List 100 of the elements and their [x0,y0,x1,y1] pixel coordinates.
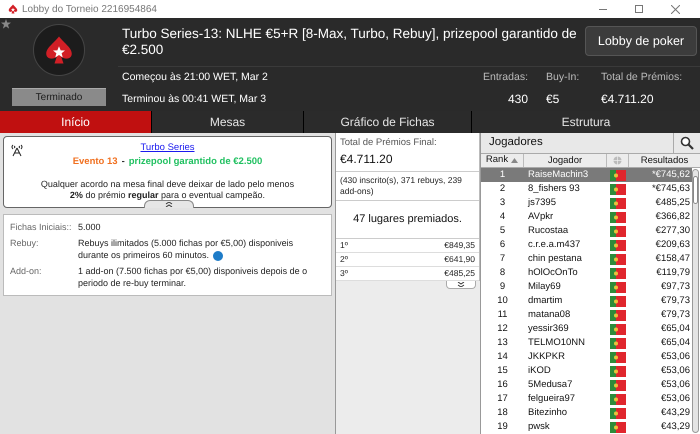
prize-amount: €485,25 [444,266,475,280]
minimize-icon[interactable] [599,8,607,10]
result-cell-text: €366,82 [654,210,691,224]
flag-icon [610,380,626,390]
result-cell-text: €65,04 [660,322,691,336]
player-row[interactable]: 15 iKOD €53,06 [481,364,692,378]
rank-cell-text: 7 [498,252,506,266]
collapse-button[interactable] [144,200,194,208]
player-name: pwsk [527,420,551,434]
tab[interactable]: Estrutura [472,111,700,133]
flag-icon [610,212,626,222]
player-name: c.r.e.a.m437 [527,238,582,252]
player-row[interactable]: 14 JKKPKR €53,06 [481,350,692,364]
player-row[interactable]: 17 felgueira97 €53,06 [481,392,692,406]
app-icon [8,4,18,14]
rank-cell-text: 19 [496,420,509,434]
player-name: Rucostaa [527,224,570,238]
lobby-button[interactable]: Lobby de poker [585,26,697,56]
column-header[interactable]: Jogador [524,154,607,167]
flag-icon [610,310,626,320]
rank-cell-text: 1 [498,168,506,182]
flag-icon [610,226,626,236]
search-icon [680,136,694,150]
flag-icon [610,254,626,264]
scroll-thumb[interactable] [693,176,698,204]
prize-amount: €641,90 [444,252,475,266]
broadcast-icon [10,143,24,157]
player-row[interactable]: 2 8_fishers 93 *€745,63 [481,182,692,196]
player-name: chin pestana [527,252,583,266]
player-name: JKKPKR [527,350,566,364]
sort-up-icon [511,158,518,163]
result-cell-text: €65,04 [660,336,691,350]
prize-amount: €849,35 [444,238,475,252]
flag-icon [610,408,626,418]
rank-cell-text: 10 [496,294,509,308]
flag-icon [610,268,626,278]
player-row[interactable]: 18 Bitezinho €43,29 [481,406,692,420]
info-icon[interactable] [213,250,224,261]
player-row[interactable]: 16 5Medusa7 €53,06 [481,378,692,392]
result-cell-text: €79,73 [660,308,691,322]
flag-icon [610,240,626,250]
result-cell-text: *€745,63 [650,182,691,196]
prize-place: 2º [340,252,348,266]
close-icon[interactable] [671,4,680,14]
tab[interactable]: Gráfico de Fichas [304,111,471,133]
result-cell-text: €209,63 [654,238,691,252]
player-name: TELMO10NN [527,336,586,350]
player-row[interactable]: 11 matana08 €79,73 [481,308,692,322]
player-row[interactable]: 5 Rucostaa €277,30 [481,224,692,238]
column-header[interactable]: Resultados [629,154,700,167]
chevron-up-icon [165,202,173,207]
rank-cell-text: 16 [496,378,509,392]
rank-cell-text: 13 [496,336,509,350]
flag-icon [610,198,626,208]
flag-icon [610,366,626,376]
rank-cell-text: 17 [496,392,509,406]
rank-cell-text: 2 [498,182,506,196]
rank-cell-text: 9 [498,280,506,294]
player-name: Bitezinho [527,406,568,420]
player-row[interactable]: 9 Milay69 €97,73 [481,280,692,294]
player-row[interactable]: 10 dmartim €79,73 [481,294,692,308]
result-cell-text: €277,30 [654,224,691,238]
player-name: AVpkr [527,210,554,224]
guarantee-text: prizepool garantido de €2.500 [128,155,262,170]
result-cell-text: *€745,62 [650,168,691,182]
rank-cell-text: 14 [496,350,509,364]
spade-icon [44,35,74,65]
tab[interactable]: Início [0,111,151,133]
player-row[interactable]: 1 RaiseMachin3 *€745,62 [481,168,692,182]
rank-cell-text: 18 [496,406,509,420]
tab[interactable]: Mesas [152,111,303,133]
scrollbar[interactable] [692,169,699,433]
player-row[interactable]: 3 js7395 €485,25 [481,196,692,210]
player-row[interactable]: 19 pwsk €43,29 [481,420,692,434]
player-name: yessir369 [527,322,570,336]
player-name: iKOD [527,364,552,378]
column-header[interactable]: Rank [481,154,524,167]
stat-value: €5 [546,91,560,108]
player-row[interactable]: 12 yessir369 €65,04 [481,322,692,336]
player-row[interactable]: 4 AVpkr €366,82 [481,210,692,224]
places-paid: 47 lugares premiados. [336,201,479,239]
flag-icon [610,296,626,306]
prize-place: 3º [340,266,348,280]
player-name: felgueira97 [527,392,576,406]
result-cell-text: €53,06 [660,350,691,364]
maximize-icon[interactable] [635,5,643,13]
player-row[interactable]: 6 c.r.e.a.m437 €209,63 [481,238,692,252]
player-name: js7395 [526,196,557,210]
rank-cell-text: 11 [496,308,508,322]
player-name: hOlOcOnTo [527,266,579,280]
result-cell-text: €53,06 [660,364,691,378]
player-row[interactable]: 8 hOlOcOnTo €119,79 [481,266,692,280]
star-icon[interactable] [1,19,11,29]
series-link[interactable]: Turbo Series [140,141,195,156]
result-cell-text: €53,06 [660,378,691,392]
end-time: Terminou às 00:41 WET, Mar 3 [122,92,268,108]
detail-label: Fichas Iniciais:: [10,221,73,233]
player-row[interactable]: 13 TELMO10NN €65,04 [481,336,692,350]
flag-icon [610,282,626,292]
player-row[interactable]: 7 chin pestana €158,47 [481,252,692,266]
